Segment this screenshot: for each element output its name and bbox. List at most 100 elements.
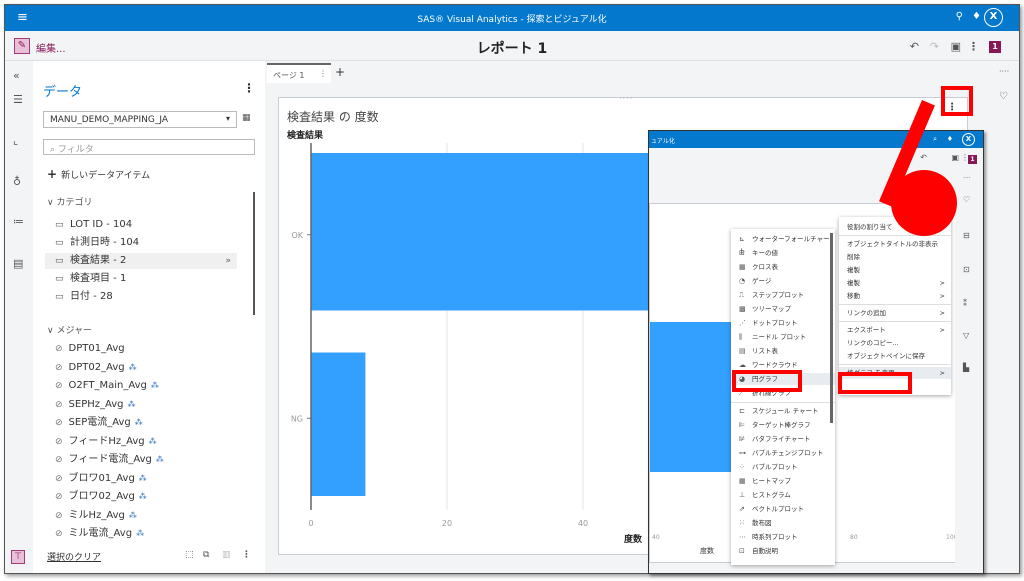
menu-item-chart-type[interactable]: ⎍ ステッププロット bbox=[731, 289, 835, 301]
options-paint-icon[interactable]: ♡ bbox=[999, 91, 1008, 102]
measure-item[interactable]: ⊘ O2FT_Main_Avg ⁂ bbox=[55, 378, 233, 394]
clear-selection-link[interactable]: 選択のクリア bbox=[47, 550, 101, 563]
redo-icon[interactable]: ↷ bbox=[930, 40, 939, 53]
menu-item-chart-type[interactable]: ⁘ バブルプロット bbox=[731, 461, 835, 473]
category-item-selected[interactable]: ▭ 検査結果 - 2 » bbox=[45, 253, 237, 269]
menu-separator bbox=[839, 304, 951, 305]
import-icon[interactable]: ▤ bbox=[13, 257, 23, 270]
category-item[interactable]: ▭ 計測日時 - 104 bbox=[55, 235, 233, 251]
menu-item[interactable]: 削除 bbox=[839, 251, 951, 263]
menu-item-chart-type[interactable]: ▦ ヒートマップ bbox=[731, 475, 835, 487]
expand-icon[interactable]: » bbox=[225, 253, 231, 269]
tab-page-1[interactable]: ページ 1 ⋮ bbox=[267, 63, 331, 83]
menu-item[interactable]: 複製 > bbox=[839, 277, 951, 289]
menu-item-chart-type[interactable]: ⊏ スケジュール チャート bbox=[731, 405, 835, 417]
menu-item-chart-type[interactable]: ▤ リスト表 bbox=[731, 345, 835, 357]
data-panel-scrollbar[interactable] bbox=[253, 192, 255, 315]
menu-item-chart-type[interactable]: ⋰ ドットプロット bbox=[731, 317, 835, 329]
measure-item[interactable]: ⊘ フィード電流_Avg ⁂ bbox=[55, 452, 233, 468]
menu-item-chart-type[interactable]: ⊥ ヒストグラム bbox=[731, 489, 835, 501]
menu-item-chart-type[interactable]: ⊾ ウォーターフォールチャート bbox=[731, 233, 835, 255]
menu-item-chart-type[interactable]: ⁙ 散布図 bbox=[731, 517, 835, 529]
menu-item[interactable]: オブジェクトペインに保存 bbox=[839, 350, 951, 362]
collapse-icon[interactable]: « bbox=[13, 69, 20, 82]
copy-icon[interactable]: ⧉ bbox=[203, 550, 209, 560]
x-tick-label: 40 bbox=[578, 519, 588, 528]
suggestions-bulb-icon[interactable]: ♁ bbox=[13, 175, 21, 188]
measure-item[interactable]: ⊘ ミル電流_Avg ⁂ bbox=[55, 526, 233, 542]
measure-item[interactable]: ⊘ DPT01_Avg bbox=[55, 341, 233, 357]
object-context-menu: 役割の割り当てオブジェクトタイトルの非表示 削除 複製 複製 > 移動 > リンクの追加 > エク… bbox=[839, 217, 951, 395]
menu-item[interactable]: エクスポート > bbox=[839, 324, 951, 336]
derived-item-icon: ⁂ bbox=[136, 529, 145, 538]
menu-item-chart-type[interactable]: ⊶ バブルチェンジプロット bbox=[731, 447, 835, 459]
data-panel-more-icon[interactable]: ⋮ bbox=[243, 81, 255, 95]
measures-header[interactable]: ∨ メジャー bbox=[47, 323, 92, 336]
bell-icon[interactable]: ♦ bbox=[972, 11, 981, 22]
menu-item[interactable]: オブジェクトタイトルの非表示 bbox=[839, 238, 951, 250]
user-avatar[interactable]: X bbox=[984, 8, 1003, 27]
menu-item-label: ツリーマップ bbox=[752, 305, 791, 313]
menu-item-chart-type[interactable]: ⇗ ベクトルプロット bbox=[731, 503, 835, 515]
menu-item-chart-type[interactable]: ▩ ツリーマップ bbox=[731, 303, 835, 315]
category-item[interactable]: ▭ 検査項目 - 1 bbox=[55, 271, 233, 287]
menu-item-chart-type[interactable]: ⊞ キーの値 bbox=[731, 247, 835, 259]
bar-ng bbox=[311, 352, 366, 496]
menu-item-chart-type[interactable]: ⫼ ニードル プロット bbox=[731, 331, 835, 343]
menu-item[interactable]: リンクのコピー... bbox=[839, 337, 951, 349]
measure-item[interactable]: ⊘ ミルHz_Avg ⁂ bbox=[55, 508, 233, 524]
tab-more-icon[interactable]: ⋮ bbox=[319, 69, 327, 78]
new-data-item-button[interactable]: + 新しいデータアイテム bbox=[47, 167, 150, 181]
categories-header-label: カテゴリ bbox=[56, 198, 93, 208]
menu-item-chart-type[interactable]: ▦ クロス表 bbox=[731, 261, 835, 273]
add-page-button[interactable]: + bbox=[335, 65, 345, 79]
categories-header[interactable]: ∨ カテゴリ bbox=[47, 195, 92, 208]
data-source-options-icon[interactable]: ▦ bbox=[242, 113, 251, 123]
y-tick-label: OK bbox=[291, 231, 303, 240]
delete-icon[interactable]: ▥ bbox=[222, 550, 231, 560]
more-options-icon[interactable]: ⋮ bbox=[242, 550, 251, 560]
measure-item[interactable]: ⊘ フィードHz_Avg ⁂ bbox=[55, 434, 233, 450]
menu-item-chart-type[interactable]: ⊫ ターゲット棒グラフ bbox=[731, 419, 835, 431]
data-source-select[interactable]: MANU_DEMO_MAPPING_JA ▾ bbox=[43, 111, 237, 128]
database-icon[interactable]: ☰ bbox=[13, 93, 23, 106]
filter-input[interactable]: ⌕ フィルタ bbox=[43, 139, 255, 155]
menu-item-label: ヒストグラム bbox=[752, 491, 791, 499]
select-all-icon[interactable]: ⬚ bbox=[185, 550, 194, 560]
menu-item-chart-type[interactable]: ⊡ 自動説明 bbox=[731, 545, 835, 557]
category-item[interactable]: ▭ LOT ID - 104 bbox=[55, 217, 233, 233]
outline-list-icon[interactable]: ≔ bbox=[13, 215, 24, 228]
data-panel-title: データ bbox=[43, 85, 83, 100]
measure-item[interactable]: ⊘ SEP電流_Avg ⁂ bbox=[55, 415, 233, 431]
measure-item[interactable]: ⊘ SEPHz_Avg ⁂ bbox=[55, 397, 233, 413]
more-options-icon[interactable]: ⋮ bbox=[968, 40, 979, 53]
menu-item[interactable]: リンクの追加 > bbox=[839, 307, 951, 319]
search-icon[interactable]: ⚲ bbox=[956, 11, 963, 22]
objects-chart-icon[interactable]: ⌞ bbox=[13, 134, 18, 147]
menu-item-chart-type[interactable]: ⋯ 時系列プロット bbox=[731, 531, 835, 543]
measure-item[interactable]: ⊘ DPT02_Avg ⁂ bbox=[55, 360, 233, 376]
measure-item[interactable]: ⊘ ブロワ02_Avg ⁂ bbox=[55, 489, 233, 505]
menu-item[interactable]: 複製 bbox=[839, 264, 951, 276]
measure-item[interactable]: ⊘ ブロワ01_Avg ⁂ bbox=[55, 471, 233, 487]
pin-icon[interactable]: ⊤ bbox=[11, 550, 25, 564]
category-item[interactable]: ▭ 日付 - 28 bbox=[55, 289, 233, 305]
menu-item-label: 役割の割り当て bbox=[847, 223, 893, 231]
menu-item-label: ドットプロット bbox=[752, 319, 798, 327]
histogram-icon: ⊥ bbox=[739, 491, 746, 499]
menu-item-chart-type[interactable]: ⊯ バタフライチャート bbox=[731, 433, 835, 445]
measure-icon: ⊘ bbox=[55, 510, 63, 521]
menu-item-label: リンクの追加 bbox=[847, 309, 886, 317]
grip-icon: ···· bbox=[963, 175, 971, 182]
menu-item-chart-type[interactable]: ◔ ゲージ bbox=[731, 275, 835, 287]
page-count-badge[interactable]: 1 bbox=[989, 41, 1001, 53]
save-icon[interactable]: ▣ bbox=[951, 40, 961, 53]
undo-icon[interactable]: ↶ bbox=[910, 40, 919, 53]
menu-item-label: バタフライチャート bbox=[752, 435, 811, 443]
time-series-icon: ⋯ bbox=[739, 533, 746, 541]
item-label: O2FT_Main_Avg bbox=[68, 380, 147, 391]
submenu-scrollbar[interactable] bbox=[830, 233, 833, 423]
menu-item[interactable]: 移動 > bbox=[839, 290, 951, 302]
highlight-box-change bbox=[838, 372, 912, 394]
chart-type-submenu: ⊾ ウォーターフォールチャート ⊞ キーの値 ▦ クロス表 ◔ ゲージ ⎍ ステッププロット ▩ ツリ… bbox=[731, 229, 835, 565]
